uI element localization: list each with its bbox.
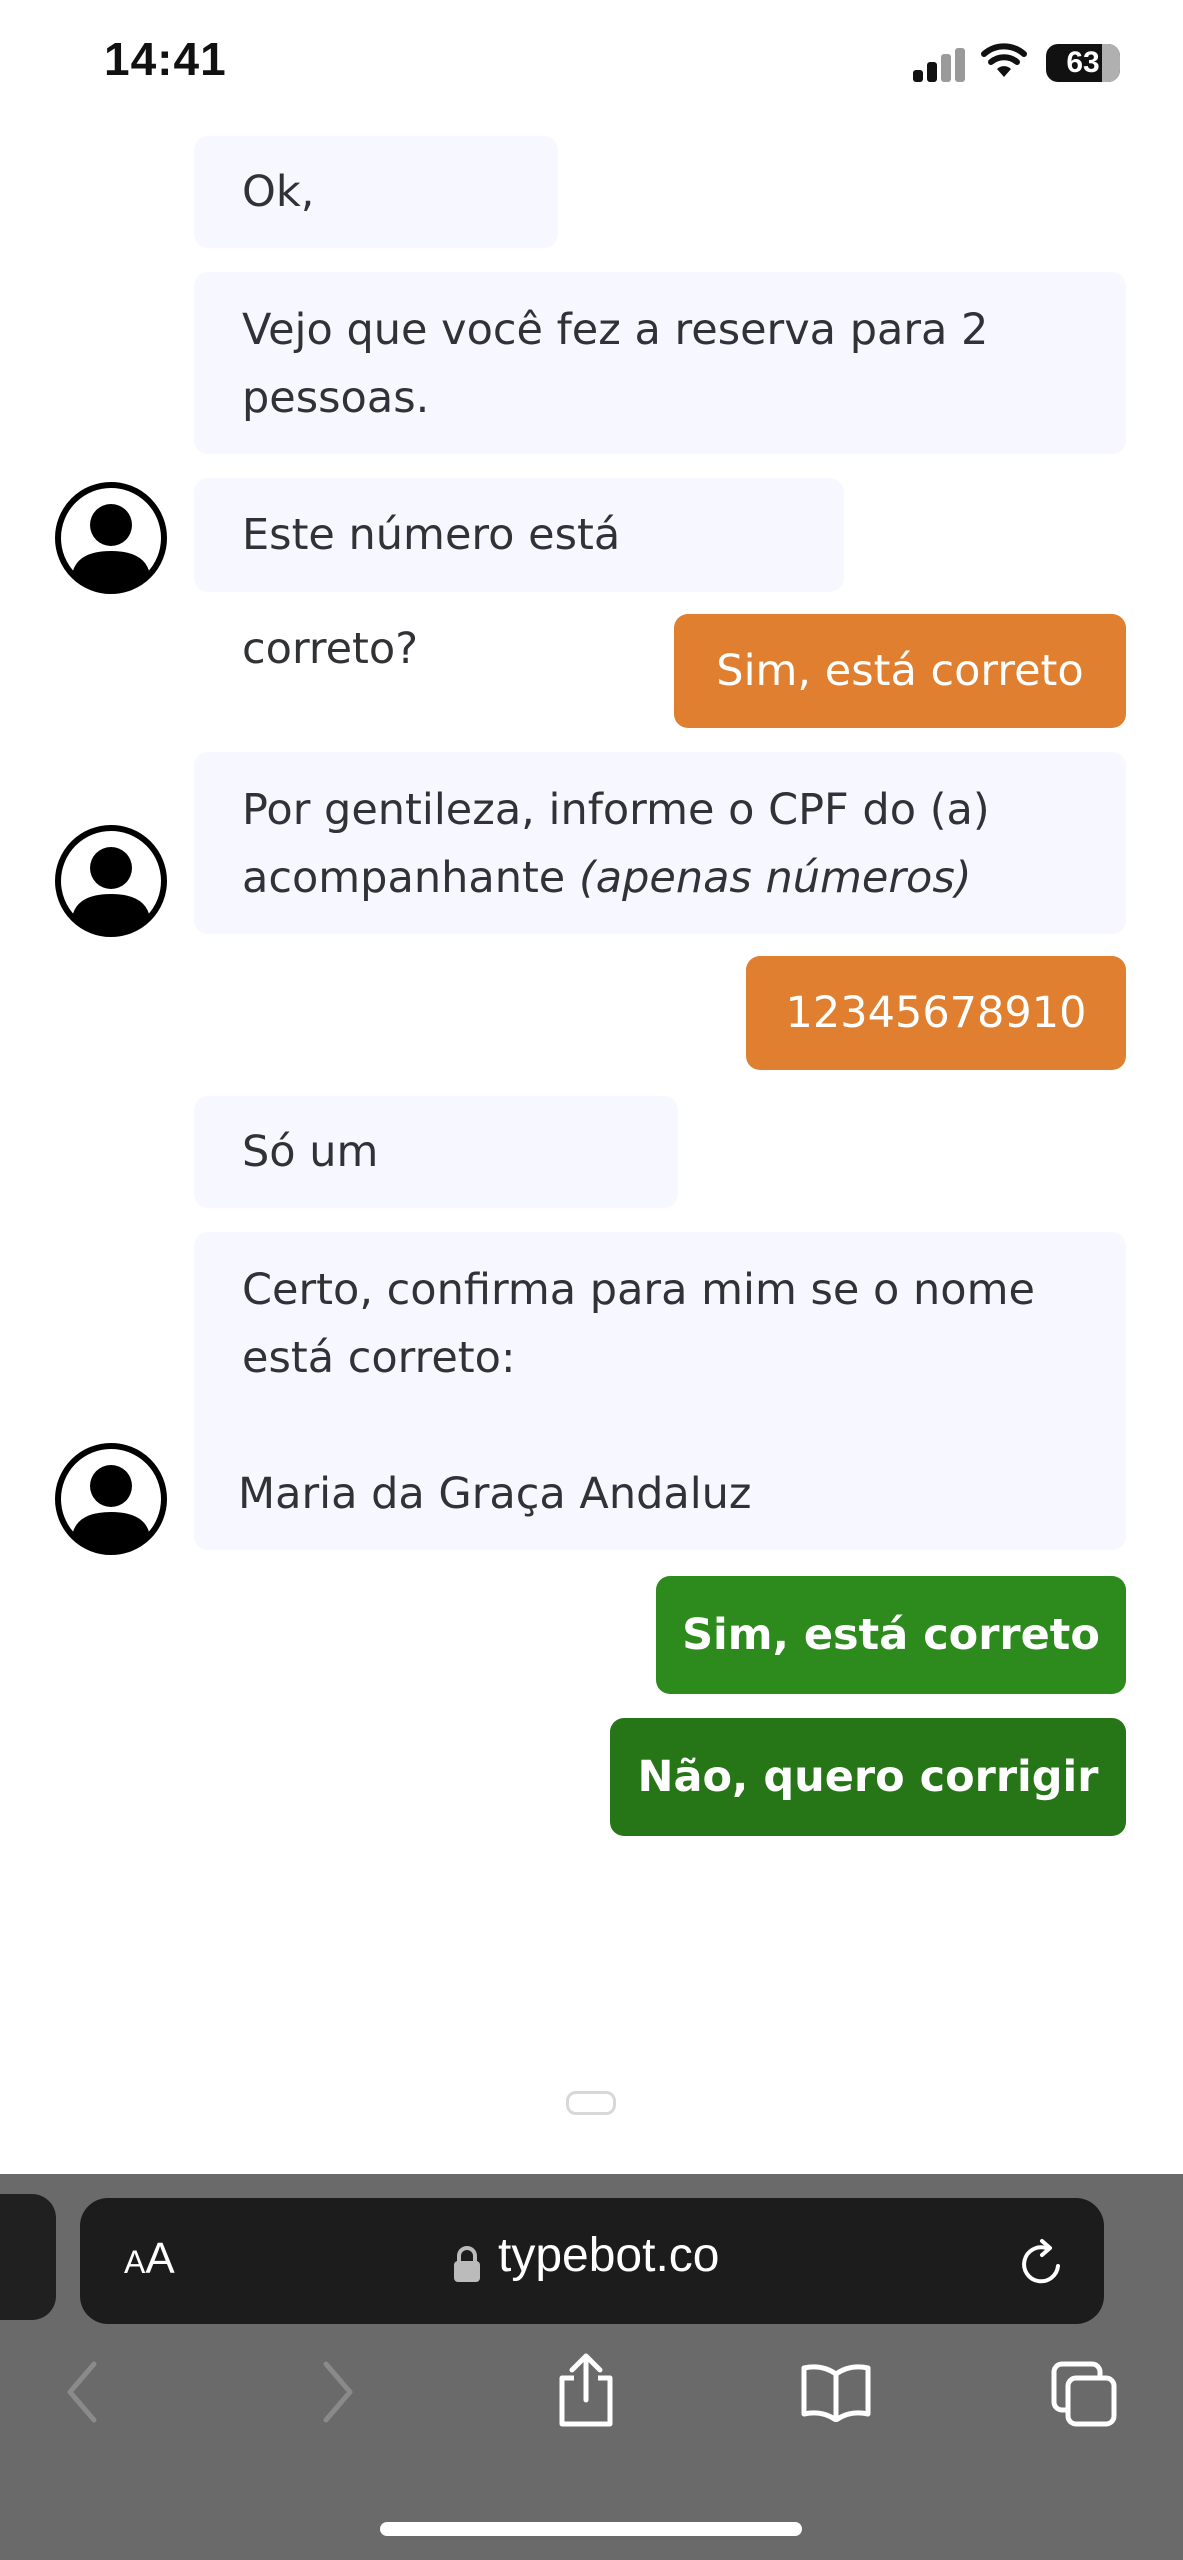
- previous-tab-preview[interactable]: [0, 2194, 56, 2320]
- signal-icon: [913, 48, 967, 82]
- status-time: 14:41: [104, 33, 227, 85]
- confirm-yes-button[interactable]: Sim, está correto: [656, 1576, 1126, 1694]
- screen: 14:41 63 Ok, obrigado Vejo que você fez …: [0, 0, 1183, 2560]
- back-icon[interactable]: [62, 2356, 102, 2428]
- lock-icon: [454, 2246, 480, 2282]
- correct-name-button[interactable]: Não, quero corrigir: [610, 1718, 1126, 1836]
- battery-icon: 63: [1046, 44, 1120, 82]
- confirm-name: Maria da Graça Andaluz: [238, 1469, 752, 1519]
- user-message: Sim, está correto: [674, 614, 1126, 728]
- avatar-icon: [55, 1443, 167, 1555]
- wifi-icon: [981, 43, 1027, 77]
- avatar-icon: [55, 825, 167, 937]
- hint-text: (apenas números): [578, 853, 972, 903]
- bot-message: Ok, obrigado: [194, 136, 558, 329]
- bot-message: Por gentileza, informe o CPF do (a) acom…: [194, 752, 1126, 934]
- bot-message: Este número está correto?: [194, 478, 844, 674]
- address-bar[interactable]: AA typebot.co: [80, 2198, 1104, 2324]
- bot-message: Certo, confirma para mim se o nome está …: [194, 1232, 1126, 1550]
- share-icon[interactable]: [554, 2350, 618, 2430]
- url-text: typebot.co: [498, 2229, 720, 2282]
- reader-options-button[interactable]: AA: [124, 2234, 175, 2284]
- drag-handle[interactable]: [566, 2091, 616, 2115]
- battery-level: 63: [1066, 46, 1100, 79]
- avatar-icon: [55, 482, 167, 594]
- bot-message: Só um momento...: [194, 1096, 678, 1289]
- tabs-icon[interactable]: [1050, 2360, 1118, 2428]
- bookmarks-icon[interactable]: [800, 2362, 872, 2422]
- user-message: 12345678910: [746, 956, 1126, 1070]
- forward-icon[interactable]: [318, 2356, 358, 2428]
- home-indicator[interactable]: [380, 2522, 802, 2536]
- bot-message: Vejo que você fez a reserva para 2 pesso…: [194, 272, 1126, 454]
- reload-icon[interactable]: [1014, 2236, 1070, 2292]
